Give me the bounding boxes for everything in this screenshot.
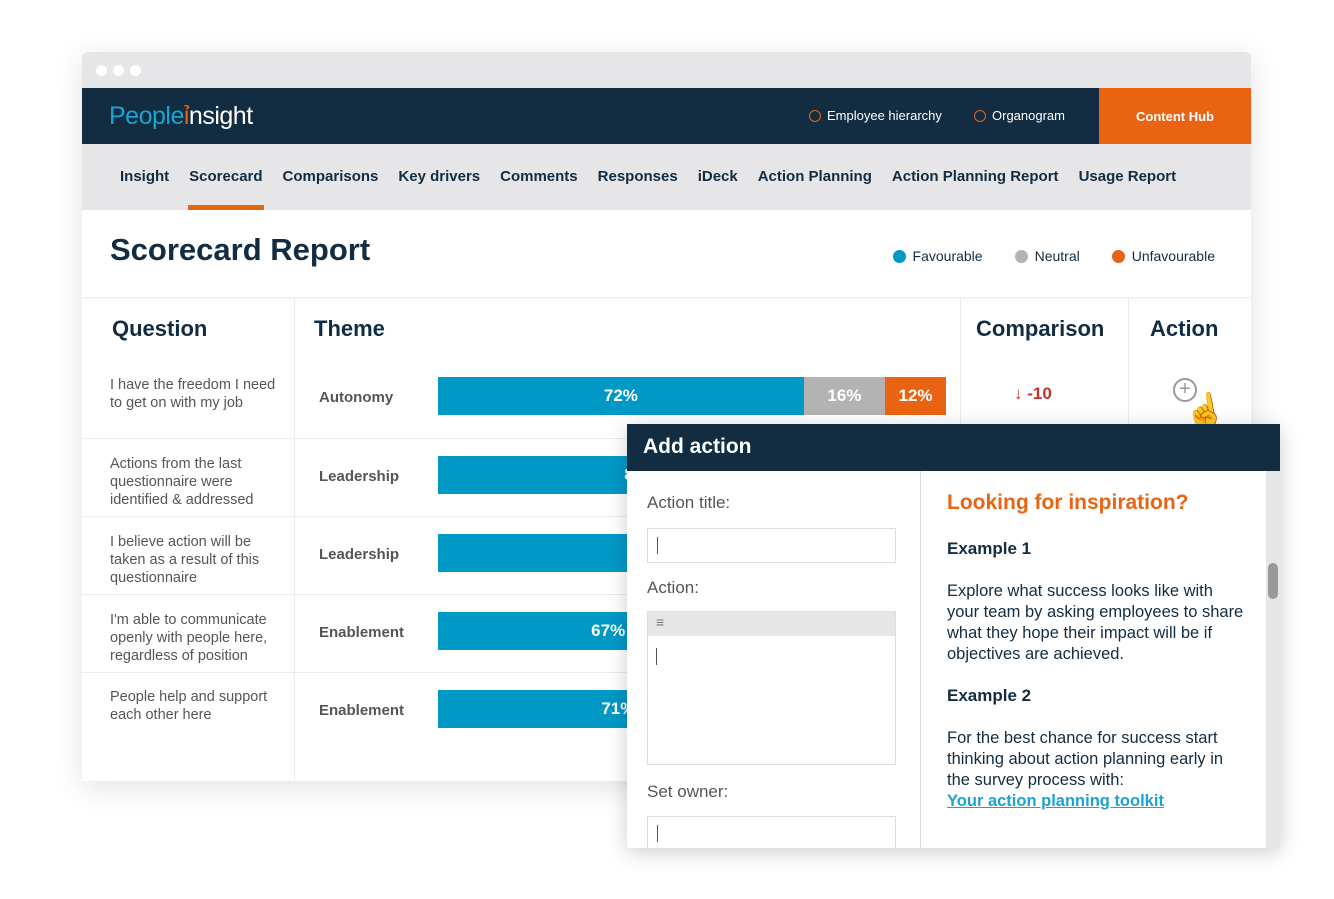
theme-text: Leadership <box>319 468 400 485</box>
action-label: Action: <box>647 578 699 597</box>
dot-icon <box>1014 250 1028 263</box>
page-title: Scorecard Report <box>110 232 371 267</box>
example2-text: For the best chance for success start th… <box>947 728 1247 812</box>
nav-tabs: Insight Scorecard Comparisons Key driver… <box>82 144 1251 210</box>
content-hub-button[interactable]: Content Hub <box>1099 88 1251 144</box>
theme-text: Enablement <box>319 702 405 719</box>
dialog-title: Add action <box>627 424 1280 471</box>
logo-insight: nsight <box>188 102 253 130</box>
inspiration-heading: Looking for inspiration? <box>947 491 1189 514</box>
question-text: People help and support each other here <box>110 689 268 723</box>
theme-text: Enablement <box>319 624 405 641</box>
tab-usage-report[interactable]: Usage Report <box>1069 144 1187 210</box>
comparison-text: -10 <box>1027 384 1052 403</box>
align-left-icon[interactable]: ≡ <box>648 612 895 636</box>
dot-icon <box>892 250 906 263</box>
toolkit-link[interactable]: Your action planning toolkit <box>947 792 1164 810</box>
tab-action-planning[interactable]: Action Planning <box>748 144 882 210</box>
action-title-label: Action title: <box>647 493 731 512</box>
legend-label: Favourable <box>912 248 983 264</box>
circle-icon <box>809 109 821 122</box>
score-bar: 72% 16% 12% <box>438 377 946 415</box>
action-form: Action title: Action: ≡ Set owner: <box>627 471 921 848</box>
example2-body: For the best chance for success start th… <box>947 729 1224 789</box>
dot-icon <box>1111 250 1125 263</box>
window-titlebar <box>82 52 1251 88</box>
arrow-down-icon: ↓ <box>1014 384 1023 403</box>
column-action: Action <box>1150 316 1219 341</box>
tab-insight[interactable]: Insight <box>110 144 179 210</box>
comparison-value: ↓ -10 <box>1014 384 1052 404</box>
tab-responses[interactable]: Responses <box>588 144 688 210</box>
scrollbar-thumb[interactable] <box>1268 563 1278 599</box>
link-label: Organogram <box>992 108 1065 123</box>
app-header: Peopleỉnsight Employee hierarchy Organog… <box>82 88 1251 144</box>
scrollbar[interactable] <box>1266 471 1280 848</box>
legend-favourable: Favourable <box>892 248 983 264</box>
theme-text: Leadership <box>319 546 400 563</box>
question-text: I believe action will be taken as a resu… <box>110 534 260 586</box>
example1-title: Example 1 <box>947 539 1032 558</box>
column-comparison: Comparison <box>976 316 1105 341</box>
owner-input[interactable] <box>647 816 896 848</box>
tab-comments[interactable]: Comments <box>490 144 588 210</box>
tab-scorecard[interactable]: Scorecard <box>179 144 272 210</box>
bar-neutral: 16% <box>803 377 886 415</box>
legend: Favourable Neutral Unfavourable <box>892 248 1215 264</box>
legend-label: Neutral <box>1034 248 1080 264</box>
text-caret <box>656 648 657 665</box>
window-dot <box>96 65 107 76</box>
action-title-input[interactable] <box>647 528 896 563</box>
title-area: Scorecard Report Favourable Neutral Unfa… <box>82 210 1251 298</box>
organogram-link[interactable]: Organogram <box>974 108 1065 123</box>
tab-key-drivers[interactable]: Key drivers <box>388 144 490 210</box>
question-text: I have the freedom I need to get on with… <box>110 377 276 411</box>
legend-unfavourable: Unfavourable <box>1111 248 1215 264</box>
example2-title: Example 2 <box>947 686 1032 705</box>
example1-text: Explore what success looks like with you… <box>947 582 1244 663</box>
legend-neutral: Neutral <box>1014 248 1080 264</box>
question-text: Actions from the last questionnaire were… <box>110 456 254 508</box>
window-dot <box>113 65 124 76</box>
logo[interactable]: Peopleỉnsight <box>109 102 253 131</box>
theme-text: Autonomy <box>319 389 394 406</box>
link-label: Employee hierarchy <box>827 108 942 123</box>
circle-icon <box>974 109 986 122</box>
tab-comparisons[interactable]: Comparisons <box>273 144 389 210</box>
bar-unfavourable: 12% <box>885 377 946 415</box>
bar-favourable: 72% <box>438 377 804 415</box>
action-editor[interactable]: ≡ <box>647 611 896 765</box>
window-dot <box>130 65 141 76</box>
logo-people: People <box>109 102 184 130</box>
tab-ideck[interactable]: iDeck <box>688 144 748 210</box>
employee-hierarchy-link[interactable]: Employee hierarchy <box>809 108 942 123</box>
column-question: Question <box>112 316 208 341</box>
tab-action-planning-report[interactable]: Action Planning Report <box>882 144 1069 210</box>
question-text: I'm able to communicate openly with peop… <box>110 612 268 664</box>
legend-label: Unfavourable <box>1131 248 1215 264</box>
column-theme: Theme <box>314 316 385 341</box>
owner-label: Set owner: <box>647 782 729 801</box>
add-action-dialog: Add action Action title: Action: ≡ Set o… <box>627 424 1280 848</box>
